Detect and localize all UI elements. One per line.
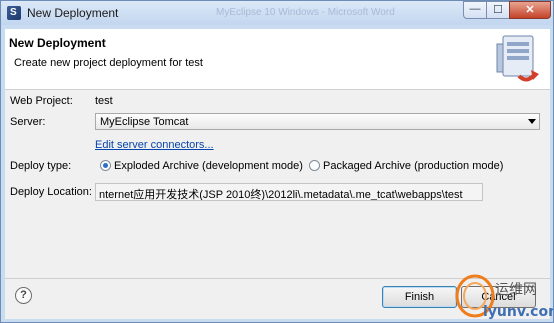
web-project-label: Web Project: [10, 95, 73, 107]
app-icon-letter: S [10, 7, 17, 18]
web-project-value: test [95, 95, 113, 107]
deploy-location-label: Deploy Location: [10, 186, 92, 198]
close-button[interactable]: ✕ [509, 1, 551, 19]
exploded-archive-label[interactable]: Exploded Archive (development mode) [114, 160, 303, 172]
chevron-down-icon [528, 119, 536, 124]
packaged-archive-radio[interactable] [309, 160, 320, 171]
minimize-icon: — [469, 3, 481, 15]
deploy-location-field[interactable]: nternet应用开发技术(JSP 2010终)\2012li\.metadat… [95, 183, 483, 201]
banner-title: New Deployment [9, 36, 106, 50]
watermark-line1: 运维网 [495, 282, 537, 298]
watermark-line2: iyunv.com [483, 304, 553, 320]
banner-description: Create new project deployment for test [14, 57, 203, 69]
server-label: Server: [10, 116, 46, 128]
app-icon: S [7, 6, 21, 20]
site-watermark: 运维网 iyunv.com [455, 274, 553, 320]
wizard-banner: New Deployment Create new project deploy… [5, 29, 550, 90]
finish-button[interactable]: Finish [382, 286, 457, 308]
deploy-wizard-icon [496, 35, 539, 82]
close-icon: ✕ [525, 4, 535, 16]
minimize-button[interactable]: — [463, 1, 487, 19]
edit-server-connectors-link[interactable]: Edit server connectors... [95, 139, 214, 151]
title-bar[interactable]: S New Deployment MyEclipse 10 Windows - … [1, 1, 553, 25]
background-window-title: MyEclipse 10 Windows - Microsoft Word [216, 7, 395, 18]
help-button[interactable]: ? [15, 287, 32, 304]
deploy-location-value: nternet应用开发技术(JSP 2010终)\2012li\.metadat… [99, 189, 463, 201]
maximize-icon: ☐ [493, 4, 503, 16]
maximize-button[interactable]: ☐ [486, 1, 510, 19]
exploded-archive-radio[interactable] [100, 160, 111, 171]
deployment-dialog: S New Deployment MyEclipse 10 Windows - … [0, 0, 554, 323]
deploy-type-label: Deploy type: [10, 160, 72, 172]
server-select[interactable]: MyEclipse Tomcat [95, 113, 540, 130]
server-select-value: MyEclipse Tomcat [100, 116, 189, 128]
window-title: New Deployment [27, 6, 119, 20]
packaged-archive-label[interactable]: Packaged Archive (production mode) [323, 160, 503, 172]
